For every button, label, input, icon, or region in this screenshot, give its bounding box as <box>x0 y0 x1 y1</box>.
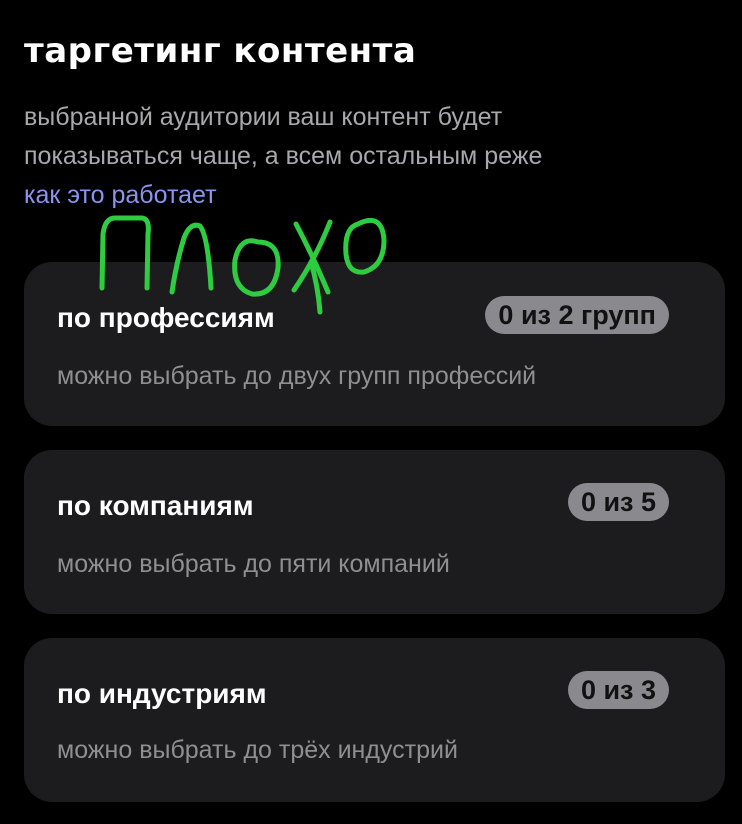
card-subtitle: можно выбрать до пяти компаний <box>57 550 450 578</box>
targeting-card-industries[interactable]: по индустриям 0 из 3 можно выбрать до тр… <box>24 638 725 802</box>
description-line: выбранной аудитории ваш контент будет <box>24 103 503 131</box>
targeting-card-companies[interactable]: по компаниям 0 из 5 можно выбрать до пят… <box>24 450 725 614</box>
description-line: показываться чаще, а всем остальным реже <box>24 142 543 170</box>
description: выбранной аудитории ваш контент будет по… <box>24 98 714 176</box>
how-it-works-link[interactable]: как это работает <box>24 176 217 215</box>
card-subtitle: можно выбрать до трёх индустрий <box>57 736 458 764</box>
card-title: по профессиям <box>57 302 275 333</box>
targeting-card-professions[interactable]: по профессиям 0 из 2 групп можно выбрать… <box>24 262 725 426</box>
card-title: по индустриям <box>57 678 267 709</box>
counter-badge: 0 из 2 групп <box>485 296 669 334</box>
counter-badge: 0 из 3 <box>567 671 669 709</box>
card-subtitle: можно выбрать до двух групп профессий <box>57 362 537 390</box>
counter-badge: 0 из 5 <box>567 483 669 521</box>
page-title: таргетинг контента <box>24 31 417 71</box>
card-title: по компаниям <box>57 490 254 521</box>
